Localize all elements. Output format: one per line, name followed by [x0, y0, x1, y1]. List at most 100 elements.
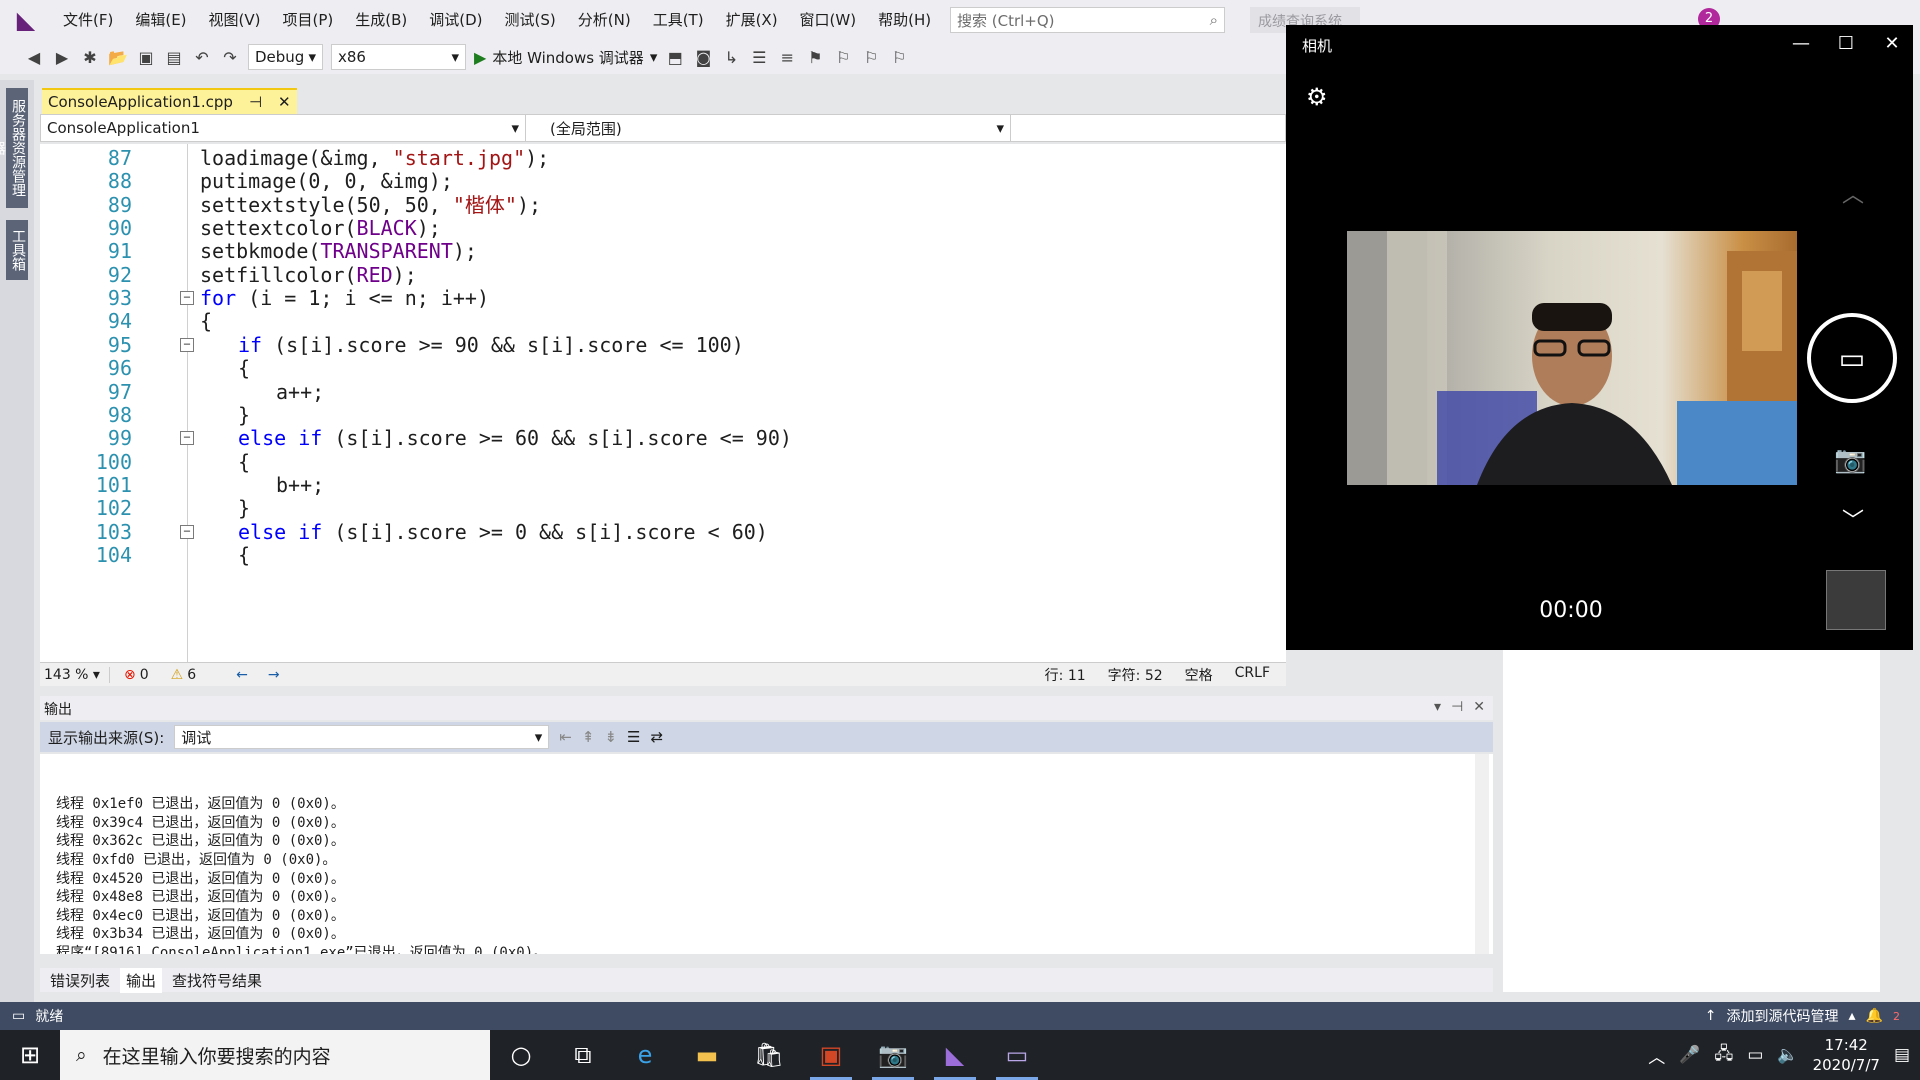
next-issue-icon[interactable]: → [248, 667, 280, 683]
menu-item[interactable]: 窗口(W) [789, 0, 868, 40]
bookmark-prev-icon[interactable]: ⚐ [833, 47, 853, 67]
new-project-icon[interactable]: ✱ [80, 47, 100, 67]
gear-icon[interactable]: ⚙ [1306, 83, 1328, 111]
clock[interactable]: 17:42 2020/7/7 [1813, 1035, 1880, 1075]
collapse-icon[interactable]: − [180, 337, 194, 352]
tab-output[interactable]: 输出 [120, 967, 163, 993]
last-capture-thumbnail[interactable] [1826, 570, 1886, 630]
scope-dropdown[interactable]: (全局范围) ▾ [526, 115, 1011, 141]
task-view-icon[interactable]: ⧉ [552, 1030, 614, 1080]
console-icon[interactable]: ▭ [986, 1030, 1048, 1080]
code-editor[interactable]: 87 loadimage(&img, "start.jpg"); 88 putimag… [40, 144, 1286, 662]
search-input[interactable]: 搜索 (Ctrl+Q) ⌕ [950, 7, 1225, 33]
warning-count[interactable]: ⚠ 6 [149, 667, 196, 683]
edge-icon[interactable]: e [614, 1030, 676, 1080]
output-scrollbar[interactable] [1475, 754, 1489, 954]
output-text[interactable]: 线程 0x1ef0 已退出，返回值为 0 (0x0)。 线程 0x39c4 已退出… [40, 754, 1493, 954]
tab-error-list[interactable]: 错误列表 [44, 968, 116, 993]
bookmark-next-icon[interactable]: ⚐ [861, 47, 881, 67]
microphone-icon[interactable]: 🎤 [1679, 1045, 1700, 1065]
pin-icon[interactable]: ⊣ [249, 93, 262, 111]
prev-message-icon[interactable]: ⇞ [582, 728, 595, 746]
pin-icon[interactable]: ⊣ [1451, 699, 1463, 715]
undo-icon[interactable]: ↶ [192, 47, 212, 67]
previous-issue-icon[interactable]: ← [196, 667, 248, 683]
menu-item[interactable]: 编辑(E) [124, 0, 197, 40]
source-control-button[interactable]: 添加到源代码管理 [1727, 1006, 1839, 1026]
menu-item[interactable]: 生成(B) [344, 0, 418, 40]
video-record-button[interactable]: ▭ [1807, 313, 1897, 403]
file-explorer-icon[interactable]: ▬ [676, 1030, 738, 1080]
menu-item[interactable]: 分析(N) [567, 0, 642, 40]
output-source-dropdown[interactable]: 调试 ▾ [174, 725, 550, 749]
screenshot-icon[interactable]: ◙ [693, 47, 713, 67]
chevron-up-icon[interactable]: ︿ [1648, 1043, 1665, 1068]
server-explorer-tab[interactable]: 服务器资源管理器 [0, 88, 28, 208]
menu-item[interactable]: 帮助(H) [867, 0, 942, 40]
uncomment-icon[interactable]: ≡ [777, 47, 797, 67]
taskbar-search-input[interactable]: ⌕ 在这里输入你要搜索的内容 [60, 1030, 490, 1080]
chevron-down-icon: ▾ [534, 728, 543, 746]
project-dropdown[interactable]: ConsoleApplication1 ▾ [41, 115, 526, 141]
error-count[interactable]: ⊗ 0 [110, 667, 149, 683]
collapse-icon[interactable]: − [180, 431, 194, 446]
network-icon[interactable]: 🖧 [1714, 1041, 1733, 1070]
camera-app-icon[interactable]: 📷 [862, 1030, 924, 1080]
camera-photo-icon[interactable]: 📷 [1834, 445, 1866, 475]
next-message-icon[interactable]: ⇟ [604, 728, 617, 746]
redo-icon[interactable]: ↷ [220, 47, 240, 67]
volume-icon[interactable]: 🔈 [1777, 1045, 1798, 1065]
toolbox-tab[interactable]: 工具箱 [6, 220, 28, 280]
step-icon[interactable]: ↳ [721, 47, 741, 67]
menu-item[interactable]: 扩展(X) [715, 0, 789, 40]
chevron-up-icon[interactable]: ︿ [1842, 177, 1864, 209]
menu-item[interactable]: 调试(D) [418, 0, 493, 40]
collapse-icon[interactable]: − [180, 291, 194, 306]
chevron-up-icon: ▴ [1848, 1008, 1856, 1024]
forward-icon[interactable]: ▶ [52, 47, 72, 67]
menu-item[interactable]: 视图(V) [198, 0, 272, 40]
close-icon[interactable]: ✕ [278, 93, 291, 111]
minimize-icon[interactable]: — [1781, 29, 1821, 59]
tab-find-symbol-results[interactable]: 查找符号结果 [166, 968, 268, 993]
up-arrow-icon: ↑ [1704, 1008, 1717, 1024]
powerpoint-icon[interactable]: ▣ [800, 1030, 862, 1080]
visual-studio-icon[interactable]: ◣ [924, 1030, 986, 1080]
menu-item[interactable]: 测试(S) [494, 0, 567, 40]
notifications-icon[interactable]: 🔔 [1866, 1008, 1883, 1024]
clear-all-icon[interactable]: ☰ [627, 728, 640, 746]
comment-icon[interactable]: ☰ [749, 47, 769, 67]
collapse-icon[interactable]: − [180, 524, 194, 539]
maximize-icon[interactable]: ☐ [1826, 29, 1866, 59]
document-tab[interactable]: ConsoleApplication1.cpp ⊣ ✕ [42, 88, 297, 114]
dropdown-icon[interactable]: ▾ [1434, 699, 1441, 715]
whitespace-indicator: 空格 [1184, 667, 1213, 684]
chevron-down-icon[interactable]: ﹀ [1842, 503, 1864, 535]
windows-start-icon[interactable]: ⊞ [0, 1030, 60, 1080]
find-message-icon[interactable]: ⇤ [559, 728, 572, 746]
open-file-icon[interactable]: 📂 [108, 47, 128, 67]
battery-icon[interactable]: ▭ [1747, 1045, 1763, 1065]
camera-window: 相机 — ☐ ✕ ⚙ ︿ ▭ 📷 ﹀ 00:00 [1286, 25, 1913, 650]
visual-studio-logo-icon[interactable]: ◣ [0, 0, 52, 40]
menu-item[interactable]: 工具(T) [642, 0, 715, 40]
zoom-dropdown[interactable]: 143 % ▾ [40, 666, 110, 683]
menu-item[interactable]: 项目(P) [272, 0, 345, 40]
output-source-value: 调试 [181, 728, 212, 747]
cortana-icon[interactable]: ○ [490, 1030, 552, 1080]
store-icon[interactable]: 🛍 [738, 1030, 800, 1080]
close-icon[interactable]: ✕ [1473, 699, 1485, 715]
bookmark-icon[interactable]: ⚑ [805, 47, 825, 67]
back-icon[interactable]: ◀ [24, 47, 44, 67]
save-icon[interactable]: ▣ [136, 47, 156, 67]
word-wrap-icon[interactable]: ⇄ [650, 728, 663, 746]
configuration-dropdown[interactable]: Debug ▾ [248, 44, 323, 70]
start-debugging-button[interactable]: ▶ 本地 Windows 调试器 ▾ [474, 47, 657, 68]
platform-dropdown[interactable]: x86 ▾ [331, 44, 466, 70]
bookmark-clear-icon[interactable]: ⚐ [889, 47, 909, 67]
close-icon[interactable]: ✕ [1872, 29, 1912, 59]
diagnostics-icon[interactable]: ⬒ [665, 47, 685, 67]
save-all-icon[interactable]: ▤ [164, 47, 184, 67]
action-center-icon[interactable]: ▤ [1894, 1045, 1910, 1065]
menu-item[interactable]: 文件(F) [52, 0, 124, 40]
